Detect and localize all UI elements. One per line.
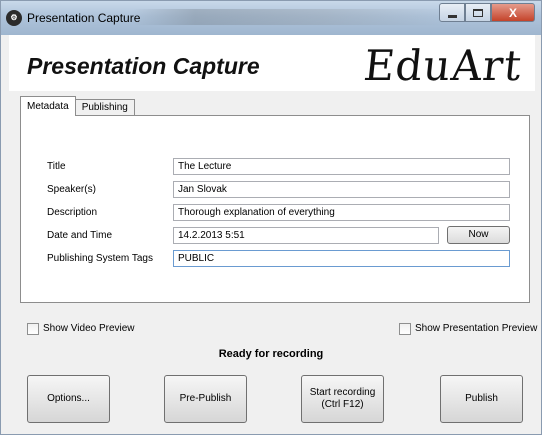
tags-label: Publishing System Tags — [47, 253, 153, 264]
show-presentation-preview-label[interactable]: Show Presentation Preview — [415, 323, 537, 334]
publish-button[interactable]: Publish — [440, 375, 523, 423]
show-video-preview-label[interactable]: Show Video Preview — [43, 323, 135, 334]
close-button[interactable]: X — [491, 3, 535, 22]
tab-strip: Metadata Publishing — [20, 96, 135, 116]
datetime-field[interactable]: 14.2.2013 5:51 — [173, 227, 439, 244]
description-field[interactable]: Thorough explanation of everything — [173, 204, 510, 221]
minimize-icon — [447, 14, 457, 18]
tags-field[interactable]: PUBLIC — [173, 250, 510, 267]
speakers-label: Speaker(s) — [47, 184, 96, 195]
title-label: Title — [47, 161, 66, 172]
speakers-field[interactable]: Jan Slovak — [173, 181, 510, 198]
start-recording-label-line2: (Ctrl F12) — [321, 399, 364, 410]
options-button-label: Options... — [47, 393, 90, 404]
header-banner: Presentation Capture EduArt — [9, 35, 535, 91]
tab-metadata[interactable]: Metadata — [20, 96, 76, 116]
title-bar[interactable]: ⚙ Presentation Capture X — [1, 1, 541, 35]
pre-publish-button-label: Pre-Publish — [179, 393, 232, 404]
tab-publishing[interactable]: Publishing — [74, 99, 135, 116]
start-recording-button-label: Start recording (Ctrl F12) — [310, 387, 376, 411]
start-recording-button[interactable]: Start recording (Ctrl F12) — [301, 375, 384, 423]
publish-button-label: Publish — [465, 393, 498, 404]
status-text: Ready for recording — [218, 348, 324, 360]
minimize-button[interactable] — [439, 3, 465, 22]
app-heading: Presentation Capture — [27, 53, 260, 79]
app-icon[interactable]: ⚙ — [6, 10, 22, 26]
title-field[interactable]: The Lecture — [173, 158, 510, 175]
maximize-button[interactable] — [465, 3, 491, 22]
maximize-icon — [473, 8, 483, 17]
description-label: Description — [47, 207, 98, 218]
main-window: ⚙ Presentation Capture X Presentation Ca… — [0, 0, 542, 435]
pre-publish-button[interactable]: Pre-Publish — [164, 375, 247, 423]
close-icon: X — [508, 5, 517, 20]
window-title: Presentation Capture — [27, 11, 141, 25]
show-presentation-preview-checkbox[interactable] — [399, 323, 411, 335]
now-button[interactable]: Now — [447, 226, 510, 244]
options-button[interactable]: Options... — [27, 375, 110, 423]
title-bar-blur — [131, 9, 451, 25]
eduart-logo: EduArt — [361, 41, 525, 90]
window-controls: X — [439, 3, 535, 23]
start-recording-label-line1: Start recording — [309, 387, 376, 398]
show-video-preview-checkbox[interactable] — [27, 323, 39, 335]
datetime-label: Date and Time — [47, 230, 113, 241]
